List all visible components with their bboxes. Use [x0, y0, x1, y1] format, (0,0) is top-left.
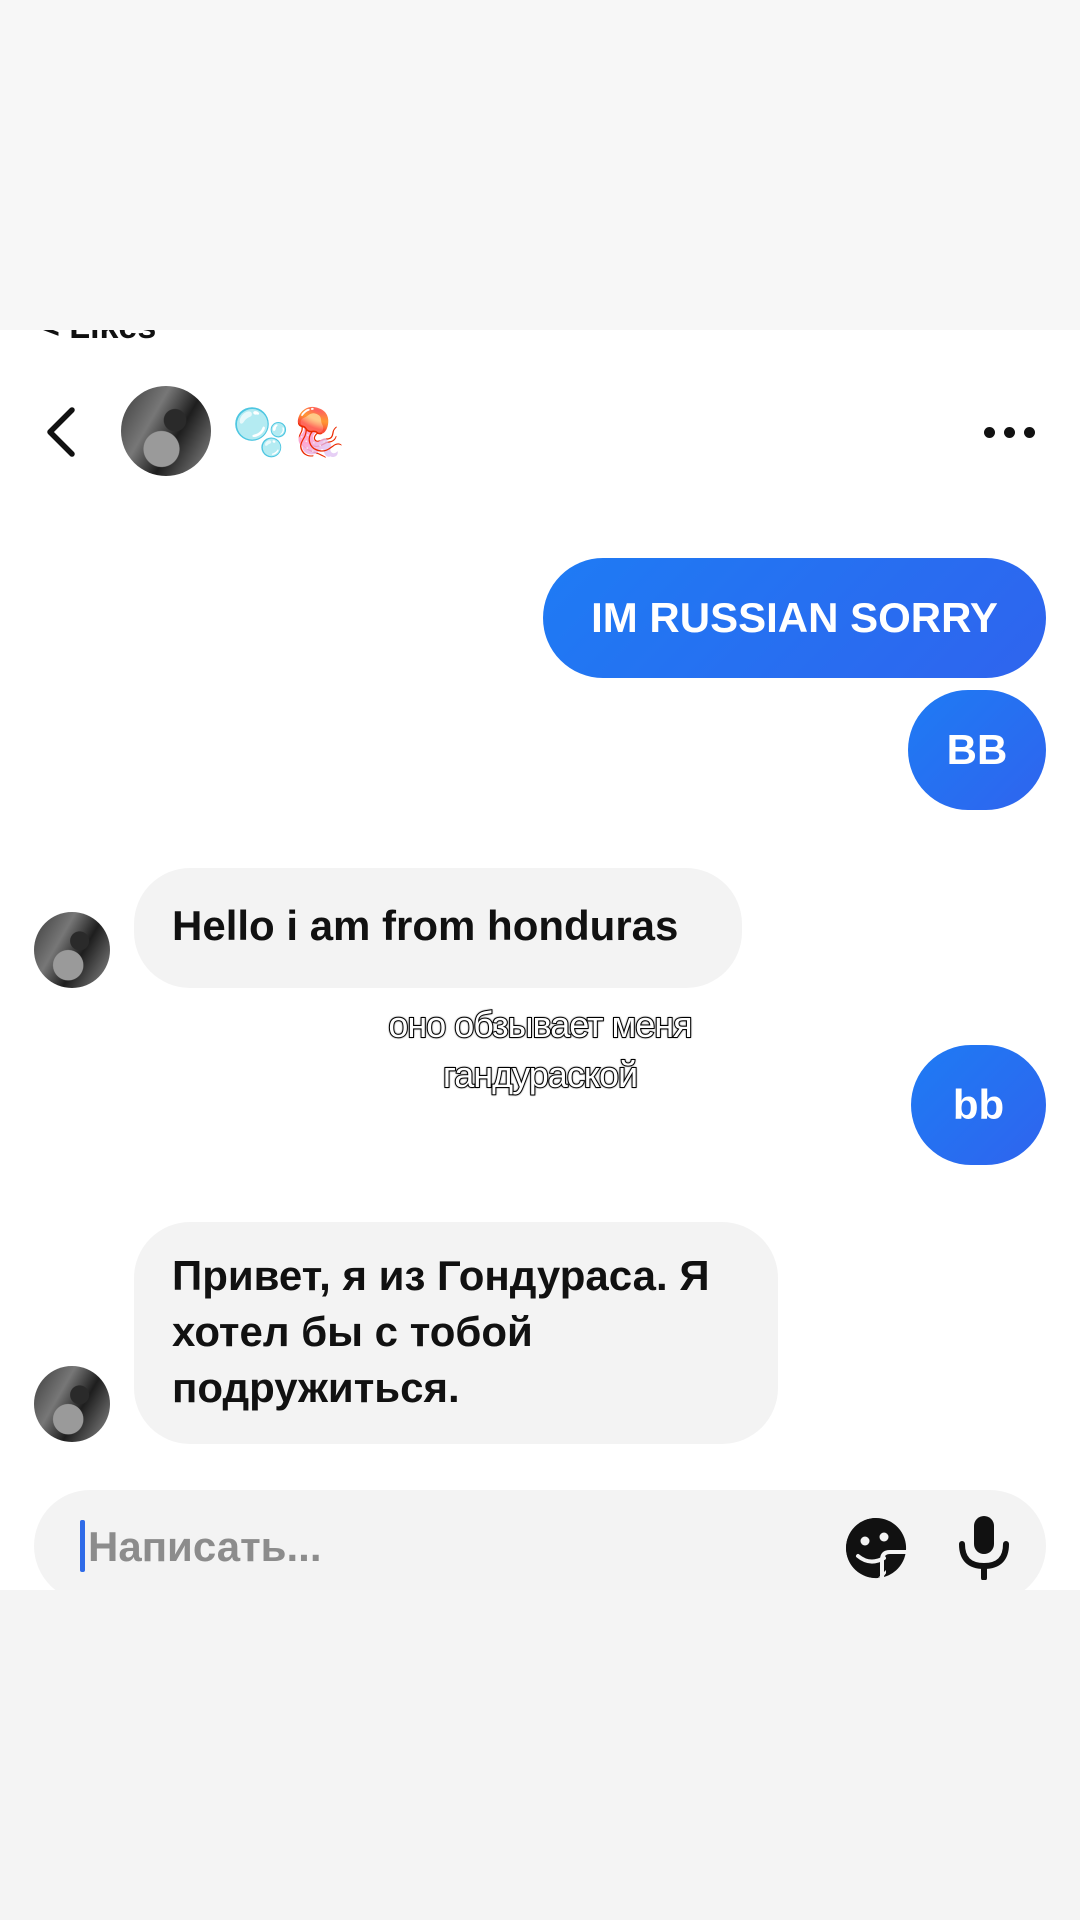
contact-name[interactable]: 🫧🪼 [232, 404, 347, 460]
message-input[interactable] [86, 1512, 830, 1582]
sticker-icon[interactable] [844, 1516, 908, 1580]
incoming-message[interactable]: Привет, я из Гондураса. Я хотел бы с тоб… [134, 1222, 778, 1444]
chat-header: 🫧🪼 [0, 382, 1080, 478]
outgoing-message[interactable]: IM RUSSIAN SORRY [543, 558, 1046, 678]
sender-avatar[interactable] [34, 1366, 110, 1442]
chevron-left-icon [47, 407, 75, 457]
contact-avatar[interactable] [121, 386, 211, 476]
bottom-blank-area [0, 1590, 1080, 1920]
more-dots-icon [1003, 426, 1015, 438]
incoming-message[interactable]: Hello i am from honduras [134, 868, 742, 988]
sender-avatar[interactable] [34, 912, 110, 988]
more-dots-icon [983, 426, 995, 438]
video-caption-overlay: оно обзывает меня гандураской [387, 1003, 693, 1096]
text-caret [80, 1520, 85, 1572]
outgoing-message[interactable]: bb [911, 1045, 1046, 1165]
more-dots-icon [1023, 426, 1035, 438]
outgoing-message[interactable]: BB [908, 690, 1046, 810]
microphone-icon[interactable] [952, 1514, 1016, 1580]
top-blank-area [0, 0, 1080, 330]
back-button[interactable] [30, 400, 94, 464]
back-to-likes-label[interactable]: < Likes [40, 330, 156, 347]
more-options-button[interactable] [974, 400, 1044, 464]
chat-screen: < Likes 🫧🪼 IM RUSSIAN SORRY BB Hello i a… [0, 330, 1080, 1590]
message-composer [34, 1490, 1046, 1590]
